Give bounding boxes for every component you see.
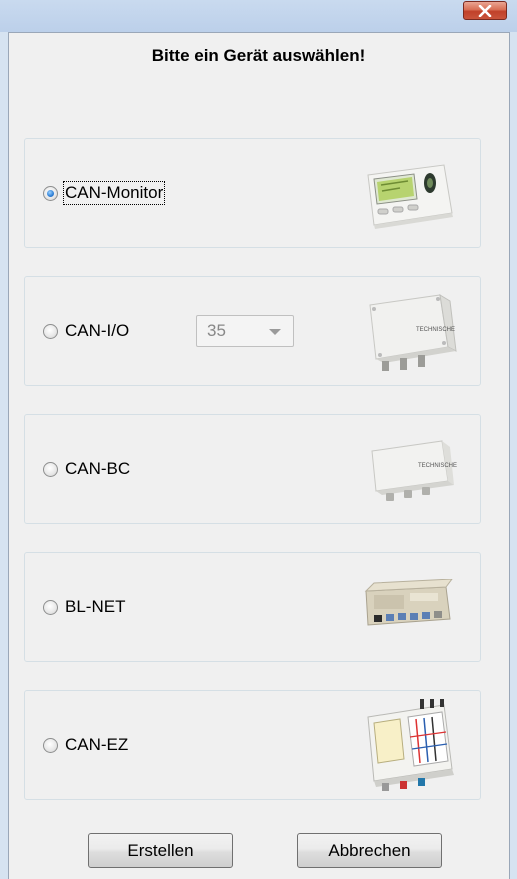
can-io-node-select[interactable]: 35 bbox=[196, 315, 294, 347]
svg-text:TECHNISCHE: TECHNISCHE bbox=[416, 327, 455, 333]
can-bc-device-image: TECHNISCHE bbox=[371, 440, 457, 501]
device-option-can-bc: CAN-BC TECHNISCHE bbox=[24, 414, 481, 524]
device-option-bl-net: BL-NET bbox=[24, 552, 481, 662]
radio-button-can-ez[interactable] bbox=[43, 737, 58, 753]
radio-button-can-io[interactable] bbox=[43, 323, 58, 339]
radio-button-bl-net[interactable] bbox=[43, 599, 58, 615]
close-button[interactable] bbox=[463, 1, 507, 20]
radio-option-bl-net[interactable]: BL-NET bbox=[43, 591, 126, 623]
radio-label-bl-net[interactable]: BL-NET bbox=[64, 596, 126, 618]
radio-label-can-ez[interactable]: CAN-EZ bbox=[64, 734, 129, 756]
can-ez-device-image bbox=[367, 699, 454, 791]
cancel-button[interactable]: Abbrechen bbox=[297, 833, 442, 868]
radio-label-can-bc[interactable]: CAN-BC bbox=[64, 458, 131, 480]
dialog-window: Bitte ein Gerät auswählen! CAN-Monitor C… bbox=[0, 0, 517, 879]
radio-option-can-io[interactable]: CAN-I/O bbox=[43, 315, 130, 347]
device-option-can-io: CAN-I/O 35 TECHNISCHE bbox=[24, 276, 481, 386]
svg-text:TECHNISCHE: TECHNISCHE bbox=[418, 463, 457, 469]
title-bar[interactable] bbox=[0, 0, 517, 32]
bl-net-device-image bbox=[364, 579, 453, 626]
radio-button-can-bc[interactable] bbox=[43, 461, 58, 477]
radio-label-can-io[interactable]: CAN-I/O bbox=[64, 320, 130, 342]
chevron-down-icon bbox=[269, 329, 281, 335]
device-option-can-ez: CAN-EZ bbox=[24, 690, 481, 800]
radio-button-can-monitor[interactable] bbox=[43, 185, 58, 201]
can-io-device-image: TECHNISCHE bbox=[369, 294, 457, 371]
can-monitor-device-image bbox=[367, 164, 453, 229]
radio-label-can-monitor[interactable]: CAN-Monitor bbox=[62, 181, 166, 205]
radio-option-can-ez[interactable]: CAN-EZ bbox=[43, 729, 129, 761]
can-io-node-select-value: 35 bbox=[207, 321, 226, 340]
dialog-heading: Bitte ein Gerät auswählen! bbox=[151, 46, 366, 65]
create-button[interactable]: Erstellen bbox=[88, 833, 233, 868]
close-icon bbox=[478, 4, 492, 17]
device-option-can-monitor: CAN-Monitor bbox=[24, 138, 481, 248]
radio-option-can-bc[interactable]: CAN-BC bbox=[43, 453, 131, 485]
radio-option-can-monitor[interactable]: CAN-Monitor bbox=[43, 177, 166, 209]
